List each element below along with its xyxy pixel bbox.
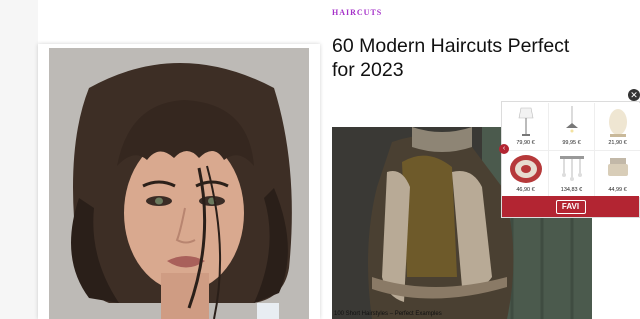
ad-product[interactable]: 99,95 € — [549, 103, 594, 150]
ad-close-button[interactable]: ✕ — [628, 89, 640, 101]
ad-product[interactable]: 21,90 € — [595, 103, 640, 150]
ad-product-price: 44,99 € — [608, 187, 627, 193]
article-hero-image — [49, 48, 309, 319]
article-category[interactable]: HAIRCUTS — [332, 8, 382, 17]
article-title: 60 Modern Haircuts Perfect for 2023 — [332, 35, 570, 81]
ad-product-price: 21,90 € — [608, 139, 627, 146]
article-image-card — [38, 44, 320, 319]
ad-product-price: 99,95 € — [562, 139, 581, 146]
ad-product-price: 79,90 € — [516, 139, 535, 146]
ad-product-price: 134,83 € — [560, 187, 583, 193]
ad-product[interactable]: 134,83 € — [549, 150, 594, 197]
ad-brand-bar[interactable]: FAVI — [502, 196, 639, 217]
close-icon: ✕ — [630, 90, 638, 100]
ad-product-price: 46,90 € — [516, 187, 535, 193]
ad-product[interactable]: 79,90 € — [503, 103, 548, 150]
page-margin — [0, 0, 38, 319]
ad-previous-button[interactable]: ‹ — [499, 144, 509, 154]
advertisement[interactable]: 79,90 € 99,95 € 21,90 € 46,90 € 134,83 € — [499, 101, 640, 218]
ad-product-grid: 79,90 € 99,95 € 21,90 € 46,90 € 134,83 € — [503, 103, 640, 197]
video-caption: 100 Short Hairstyles – Perfect Examples — [334, 311, 442, 317]
ad-product[interactable]: 46,90 € — [503, 150, 548, 197]
ad-product[interactable]: 44,99 € — [595, 150, 640, 197]
ad-brand-logo: FAVI — [555, 200, 586, 214]
